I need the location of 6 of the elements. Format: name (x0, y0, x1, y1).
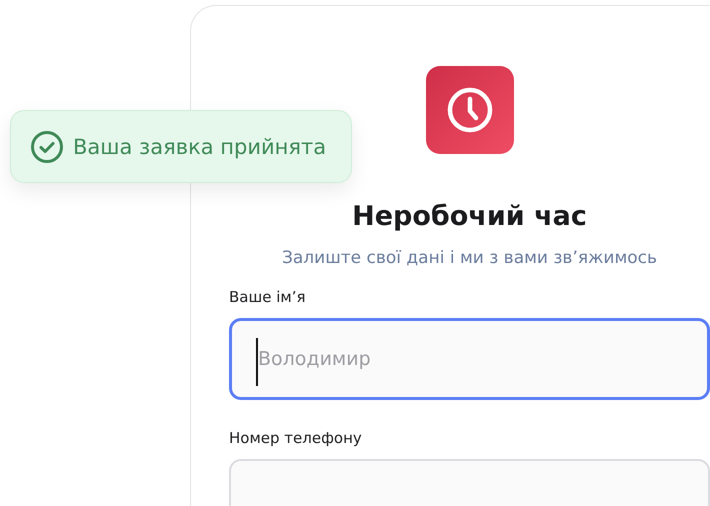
input-field[interactable]: Володимир (229, 318, 710, 400)
field-label: Номер телефону (229, 428, 362, 448)
field-label: Ваше імʼя (229, 287, 306, 307)
card-title: Неробочий час (352, 200, 587, 234)
toast-message: Ваша заявка прийнята (73, 134, 326, 158)
card-subtitle: Залиште свої дані і ми з вами зв’яжимось (282, 247, 658, 269)
